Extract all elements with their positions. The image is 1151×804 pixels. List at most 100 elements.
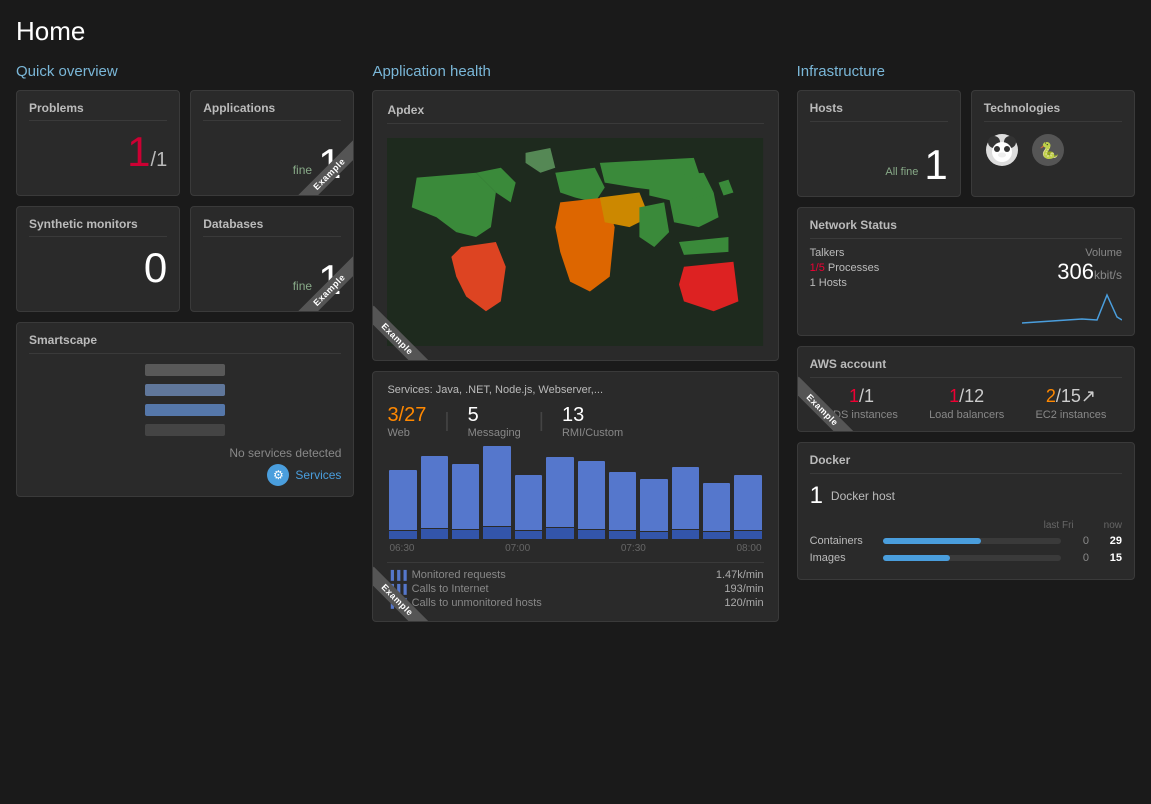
aws-card[interactable]: AWS account 1/1 RDS instances 1/12 Load … [797, 346, 1135, 432]
bar-group [546, 457, 573, 539]
network-sparkline [1022, 285, 1122, 325]
infra-title: Infrastructure [797, 63, 1135, 80]
bar-segment-top [389, 470, 416, 530]
bar-segment-bottom [389, 531, 416, 539]
containers-now-val: 29 [1097, 535, 1122, 547]
databases-ribbon-label: Example [296, 257, 354, 311]
docker-now-col-header: now [1104, 520, 1122, 531]
infrastructure-section: Infrastructure Hosts All fine 1 Technolo… [797, 63, 1135, 622]
world-map [387, 132, 763, 352]
panda-icon [984, 132, 1020, 168]
volume-label: Volume [1085, 247, 1122, 259]
metric-row-1: ▐▐▐ Calls to Internet 193/min [387, 583, 763, 595]
metric-value-2: 120/min [724, 597, 763, 609]
metric-row-0: ▐▐▐ Monitored requests 1.47k/min [387, 569, 763, 581]
network-status-card[interactable]: Network Status Talkers 1/5 Processes 1 H… [797, 207, 1135, 336]
bar-group [389, 470, 416, 539]
app-health-title: Application health [372, 63, 778, 80]
metric-value-1: 193/min [724, 583, 763, 595]
hosts-number: 1 [924, 144, 947, 186]
apdex-title: Apdex [387, 103, 763, 124]
volume-number: 306 [1057, 259, 1094, 284]
synthetic-monitors-title: Synthetic monitors [29, 217, 167, 237]
gear-icon: ⚙ [267, 464, 289, 486]
bar-group [578, 461, 605, 539]
bar-group [734, 475, 761, 539]
app-health-section: Application health Apdex [372, 63, 778, 622]
docker-row-images: Images 0 15 [810, 552, 1122, 564]
bar-segment-top [483, 446, 510, 526]
bar-segment-top [640, 479, 667, 531]
messaging-value: 5 [468, 404, 521, 427]
layers-icon [29, 364, 341, 436]
hosts-stat: 1 Hosts [810, 277, 880, 289]
quick-overview-section: Quick overview Problems 1/1 Applications… [16, 63, 354, 622]
rmi-metric: 13 RMI/Custom [562, 404, 623, 439]
bar-group [515, 475, 542, 539]
containers-label: Containers [810, 535, 875, 547]
infra-top-row: Hosts All fine 1 Technologies [797, 90, 1135, 197]
bar-segment-bottom [734, 531, 761, 539]
technologies-card[interactable]: Technologies 🐍 [971, 90, 1135, 197]
databases-card[interactable]: Databases fine 1 Example [190, 206, 354, 312]
ec2-value: 2/15↗ [1046, 386, 1096, 407]
lb-metric: 1/12 Load balancers [929, 386, 1004, 421]
bar-group [452, 464, 479, 539]
containers-bar-wrap [883, 538, 1061, 544]
bar-segment-bottom [672, 530, 699, 539]
bar-group [483, 446, 510, 539]
bar-group [609, 472, 636, 539]
chart-label-3: 08:00 [737, 543, 762, 554]
problems-card[interactable]: Problems 1/1 [16, 90, 180, 196]
hosts-value-row: All fine 1 [810, 134, 948, 186]
applications-title: Applications [203, 101, 341, 121]
web-value: 3/27 [387, 404, 426, 427]
docker-title: Docker [810, 453, 1122, 474]
services-ribbon: Example [373, 551, 443, 621]
bar-segment-top [578, 461, 605, 529]
hosts-card[interactable]: Hosts All fine 1 [797, 90, 961, 197]
apdex-ribbon: Example [373, 290, 443, 360]
web-label: Web [387, 427, 426, 439]
applications-card[interactable]: Applications fine 1 Example [190, 90, 354, 196]
network-hosts-value: 1 [810, 277, 816, 289]
tech-icons: 🐍 [984, 132, 1122, 168]
services-header: Services: Java, .NET, Node.js, Webserver… [387, 384, 763, 396]
synthetic-monitors-value: 0 [29, 247, 167, 289]
bar-segment-top [703, 483, 730, 531]
services-card[interactable]: Services: Java, .NET, Node.js, Webserver… [372, 371, 778, 622]
images-last-val: 0 [1069, 552, 1089, 564]
bar-group [703, 483, 730, 539]
docker-host-label: Docker host [831, 489, 895, 503]
bar-segment-bottom [546, 528, 573, 539]
containers-last-val: 0 [1069, 535, 1089, 547]
chart-metrics: ▐▐▐ Monitored requests 1.47k/min ▐▐▐ Cal… [387, 562, 763, 609]
svg-text:🐍: 🐍 [1039, 141, 1059, 160]
applications-ribbon-label: Example [296, 141, 354, 195]
services-link[interactable]: ⚙ Services [29, 464, 341, 486]
smartscape-title: Smartscape [29, 333, 341, 354]
docker-card[interactable]: Docker 1 Docker host last Fri now Contai… [797, 442, 1135, 580]
problems-title: Problems [29, 101, 167, 121]
bar-segment-bottom [421, 529, 448, 539]
network-hosts-label: Hosts [819, 277, 847, 289]
services-bar-chart [387, 449, 763, 539]
bar-segment-top [672, 467, 699, 529]
metric-value-0: 1.47k/min [716, 569, 764, 581]
images-bar [883, 555, 951, 561]
apdex-card[interactable]: Apdex [372, 90, 778, 361]
services-metrics: 3/27 Web | 5 Messaging | 13 RMI/Custom [387, 404, 763, 439]
network-status-title: Network Status [810, 218, 1122, 239]
services-ribbon-label: Example [373, 567, 431, 621]
bar-segment-top [734, 475, 761, 530]
hosts-status: All fine [885, 166, 918, 178]
images-label: Images [810, 552, 875, 564]
smartscape-card[interactable]: Smartscape No services detected ⚙ Servic… [16, 322, 354, 497]
network-right: Volume 306kbit/s [1022, 247, 1122, 325]
synthetic-monitors-card[interactable]: Synthetic monitors 0 [16, 206, 180, 312]
lb-label: Load balancers [929, 409, 1004, 421]
docker-host-row: 1 Docker host [810, 482, 1122, 510]
bar-group [672, 467, 699, 539]
ec2-metric: 2/15↗ EC2 instances [1035, 386, 1106, 421]
chart-label-2: 07:30 [621, 543, 646, 554]
